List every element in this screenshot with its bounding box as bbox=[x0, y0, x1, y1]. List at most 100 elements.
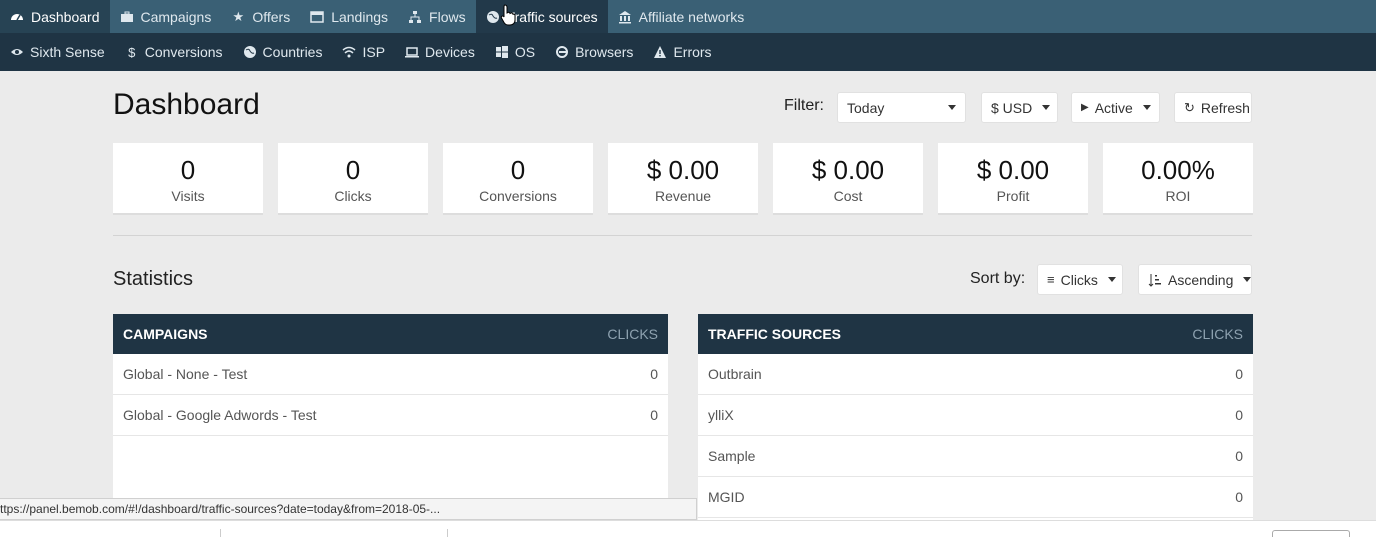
nav-errors[interactable]: Errors bbox=[643, 33, 721, 71]
briefcase-icon bbox=[120, 10, 134, 24]
bank-icon bbox=[618, 10, 632, 24]
divider bbox=[220, 529, 221, 537]
table-row[interactable]: ylliX 0 bbox=[698, 395, 1253, 436]
table-row[interactable]: MGID 0 bbox=[698, 477, 1253, 518]
sort-label: Sort by: bbox=[970, 270, 1026, 287]
sort-order-dropdown[interactable]: Ascending bbox=[1138, 264, 1252, 295]
stat-card-profit: $ 0.00 Profit bbox=[938, 143, 1088, 215]
traffic-source-clicks: 0 bbox=[1235, 407, 1243, 423]
wifi-icon bbox=[342, 45, 356, 59]
play-icon: ▶ bbox=[1081, 101, 1089, 113]
currency-dropdown[interactable]: $ USD bbox=[981, 92, 1058, 123]
stat-label: Clicks bbox=[334, 188, 372, 204]
status-dropdown[interactable]: ▶ Active bbox=[1071, 92, 1160, 123]
stat-label: Revenue bbox=[654, 188, 712, 204]
stat-value: 0 bbox=[510, 155, 526, 185]
stat-label: Cost bbox=[833, 188, 863, 204]
status-value: Active bbox=[1094, 99, 1133, 116]
filter-label: Filter: bbox=[784, 97, 824, 114]
table-row[interactable]: Global - None - Test 0 bbox=[113, 354, 668, 395]
nav-conversions-label: Conversions bbox=[144, 44, 223, 60]
nav-conversions[interactable]: $ Conversions bbox=[115, 33, 233, 71]
stat-card-revenue: $ 0.00 Revenue bbox=[608, 143, 758, 215]
stat-value: 0 bbox=[180, 155, 196, 185]
stat-value: $ 0.00 bbox=[976, 155, 1050, 185]
laptop-icon bbox=[405, 45, 420, 59]
campaigns-clicks-column[interactable]: CLICKS bbox=[607, 326, 658, 342]
browser-status-bar: ttps://panel.bemob.com/#!/dashboard/traf… bbox=[0, 498, 697, 520]
nav-isp-label: ISP bbox=[362, 44, 386, 60]
nav-sixth-sense-label: Sixth Sense bbox=[30, 44, 105, 60]
stat-label: ROI bbox=[1165, 188, 1191, 204]
nav-isp[interactable]: ISP bbox=[332, 33, 395, 71]
table-row[interactable]: Global - Google Adwords - Test 0 bbox=[113, 395, 668, 436]
date-filter-value: Today bbox=[847, 99, 885, 116]
star-icon: ★ bbox=[232, 9, 245, 24]
statistics-title: Statistics bbox=[113, 268, 194, 290]
primary-nav: Dashboard Campaigns ★ Offers Landings Fl… bbox=[0, 0, 1376, 33]
nav-devices[interactable]: Devices bbox=[395, 33, 485, 71]
date-filter-select[interactable]: Today bbox=[837, 92, 966, 123]
bottom-strip bbox=[0, 520, 1376, 537]
table-row[interactable]: Sample 0 bbox=[698, 436, 1253, 477]
nav-countries[interactable]: Countries bbox=[233, 33, 333, 71]
nav-errors-label: Errors bbox=[673, 44, 712, 60]
nav-offers-label: Offers bbox=[252, 8, 291, 25]
nav-sixth-sense[interactable]: Sixth Sense bbox=[0, 33, 115, 71]
stat-value: 0 bbox=[345, 155, 361, 185]
nav-offers[interactable]: ★ Offers bbox=[221, 0, 300, 33]
chevron-down-icon bbox=[1142, 105, 1151, 110]
traffic-source-clicks: 0 bbox=[1235, 489, 1243, 505]
nav-dashboard-label: Dashboard bbox=[31, 8, 100, 25]
campaign-clicks: 0 bbox=[650, 366, 658, 382]
nav-landings[interactable]: Landings bbox=[300, 0, 398, 33]
refresh-button[interactable]: ↻ Refresh bbox=[1174, 92, 1252, 123]
traffic-clicks-column[interactable]: CLICKS bbox=[1192, 326, 1243, 342]
globe-icon bbox=[243, 45, 257, 59]
warning-icon bbox=[653, 45, 667, 59]
chevron-down-icon bbox=[1243, 277, 1252, 282]
traffic-source-name: MGID bbox=[708, 489, 745, 505]
stat-card-roi: 0.00% ROI bbox=[1103, 143, 1253, 215]
divider bbox=[447, 529, 448, 537]
sort-field-dropdown[interactable]: ≡ Clicks bbox=[1037, 264, 1123, 295]
partial-button[interactable] bbox=[1272, 530, 1350, 537]
nav-os[interactable]: OS bbox=[485, 33, 545, 71]
nav-browsers[interactable]: Browsers bbox=[545, 33, 643, 71]
sort-order-value: Ascending bbox=[1168, 271, 1234, 288]
list-icon: ≡ bbox=[1047, 272, 1055, 287]
campaign-name: Global - None - Test bbox=[123, 366, 248, 382]
traffic-sources-panel: TRAFFIC SOURCES CLICKS Outbrain 0 ylliX … bbox=[698, 314, 1253, 524]
nav-campaigns[interactable]: Campaigns bbox=[110, 0, 222, 33]
stat-card-visits: 0 Visits bbox=[113, 143, 263, 215]
traffic-source-clicks: 0 bbox=[1235, 366, 1243, 382]
browser-icon bbox=[555, 45, 569, 59]
campaign-clicks: 0 bbox=[650, 407, 658, 423]
currency-value: $ USD bbox=[991, 99, 1033, 116]
traffic-sources-panel-header: TRAFFIC SOURCES CLICKS bbox=[698, 314, 1253, 354]
campaigns-panel-title: CAMPAIGNS bbox=[123, 326, 208, 342]
nav-affiliate-networks[interactable]: Affiliate networks bbox=[608, 0, 755, 33]
refresh-label: Refresh bbox=[1200, 99, 1250, 116]
stat-label: Visits bbox=[171, 188, 205, 204]
sort-field-value: Clicks bbox=[1060, 271, 1098, 288]
nav-traffic-sources-label: Traffic sources bbox=[506, 8, 598, 25]
stat-card-clicks: 0 Clicks bbox=[278, 143, 428, 215]
campaign-name: Global - Google Adwords - Test bbox=[123, 407, 317, 423]
traffic-source-clicks: 0 bbox=[1235, 448, 1243, 464]
sitemap-icon bbox=[408, 10, 422, 24]
table-row[interactable]: Outbrain 0 bbox=[698, 354, 1253, 395]
nav-flows-label: Flows bbox=[429, 8, 466, 25]
nav-flows[interactable]: Flows bbox=[398, 0, 476, 33]
campaigns-panel-header: CAMPAIGNS CLICKS bbox=[113, 314, 668, 354]
stat-value: $ 0.00 bbox=[646, 155, 720, 185]
section-divider bbox=[113, 235, 1252, 236]
traffic-source-name: Sample bbox=[708, 448, 756, 464]
page-title: Dashboard bbox=[113, 88, 260, 121]
sort-ascending-icon bbox=[1148, 273, 1162, 287]
nav-dashboard[interactable]: Dashboard bbox=[0, 0, 110, 33]
globe-icon bbox=[486, 10, 500, 24]
nav-browsers-label: Browsers bbox=[575, 44, 634, 60]
nav-traffic-sources[interactable]: Traffic sources bbox=[475, 0, 608, 33]
secondary-nav: Sixth Sense $ Conversions Countries ISP … bbox=[0, 33, 1376, 71]
